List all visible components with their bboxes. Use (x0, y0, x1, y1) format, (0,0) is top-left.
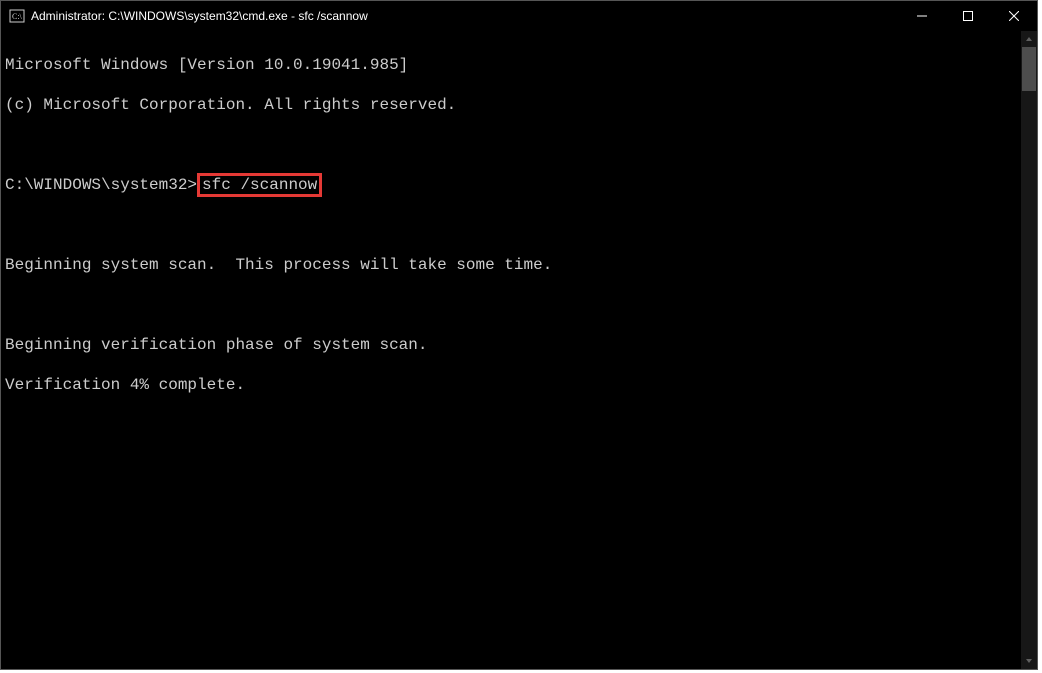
output-line: Beginning verification phase of system s… (5, 335, 1021, 355)
terminal-output[interactable]: Microsoft Windows [Version 10.0.19041.98… (1, 31, 1021, 669)
output-line: Verification 4% complete. (5, 375, 1021, 395)
scroll-thumb[interactable] (1022, 47, 1036, 91)
scroll-track[interactable] (1021, 47, 1037, 653)
output-line: Microsoft Windows [Version 10.0.19041.98… (5, 55, 1021, 75)
cmd-icon: C:\ (9, 8, 25, 24)
scroll-down-arrow-icon[interactable] (1021, 653, 1037, 669)
prompt-line: C:\WINDOWS\system32>sfc /scannow (5, 175, 1021, 195)
vertical-scrollbar[interactable] (1021, 31, 1037, 669)
minimize-button[interactable] (899, 1, 945, 31)
titlebar[interactable]: C:\ Administrator: C:\WINDOWS\system32\c… (1, 1, 1037, 31)
cmd-window: C:\ Administrator: C:\WINDOWS\system32\c… (0, 0, 1038, 670)
svg-text:C:\: C:\ (12, 12, 23, 21)
output-line: Beginning system scan. This process will… (5, 255, 1021, 275)
output-blank (5, 215, 1021, 235)
output-blank (5, 135, 1021, 155)
window-title: Administrator: C:\WINDOWS\system32\cmd.e… (31, 9, 899, 23)
command-highlight: sfc /scannow (197, 173, 322, 197)
close-button[interactable] (991, 1, 1037, 31)
scroll-up-arrow-icon[interactable] (1021, 31, 1037, 47)
output-blank (5, 295, 1021, 315)
prompt-path: C:\WINDOWS\system32> (5, 176, 197, 194)
maximize-button[interactable] (945, 1, 991, 31)
content-area: Microsoft Windows [Version 10.0.19041.98… (1, 31, 1037, 669)
output-line: (c) Microsoft Corporation. All rights re… (5, 95, 1021, 115)
window-controls (899, 1, 1037, 30)
